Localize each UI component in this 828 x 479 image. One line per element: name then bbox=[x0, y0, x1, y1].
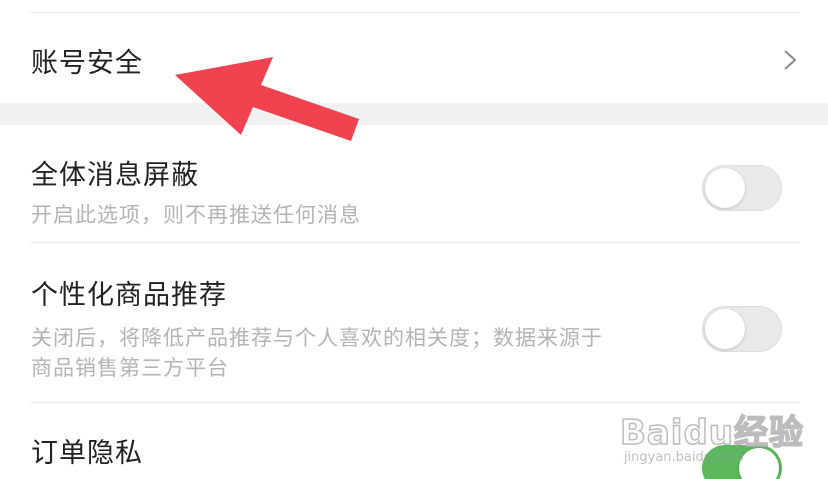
toggle-knob bbox=[705, 309, 745, 349]
mute-all-row: 全体消息屏蔽 开启此选项，则不再推送任何消息 bbox=[0, 125, 828, 243]
order-privacy-label: 订单隐私 bbox=[31, 438, 143, 469]
mute-all-label: 全体消息屏蔽 bbox=[31, 160, 199, 191]
toggle-knob bbox=[739, 448, 779, 479]
mute-all-toggle[interactable] bbox=[702, 165, 782, 211]
mute-all-description: 开启此选项，则不再推送任何消息 bbox=[31, 203, 361, 227]
account-security-label: 账号安全 bbox=[31, 48, 143, 79]
section-separator bbox=[0, 103, 828, 125]
personalized-recommendation-toggle[interactable] bbox=[702, 306, 782, 352]
order-privacy-row: 订单隐私 bbox=[0, 403, 828, 479]
personalized-recommendation-description: 关闭后，将降低产品推荐与个人喜欢的相关度；数据来源于商品销售第三方平台 bbox=[31, 326, 603, 380]
personalized-recommendation-row: 个性化商品推荐 关闭后，将降低产品推荐与个人喜欢的相关度；数据来源于商品销售第三… bbox=[0, 243, 828, 403]
account-security-row[interactable]: 账号安全 bbox=[0, 13, 828, 103]
toggle-knob bbox=[705, 168, 745, 208]
order-privacy-toggle[interactable] bbox=[702, 445, 782, 479]
chevron-right-icon bbox=[784, 50, 797, 70]
privacy-settings-screen: 账号安全 全体消息屏蔽 开启此选项，则不再推送任何消息 个性化商品推荐 关闭后，… bbox=[0, 0, 828, 479]
personalized-recommendation-label: 个性化商品推荐 bbox=[31, 280, 227, 311]
